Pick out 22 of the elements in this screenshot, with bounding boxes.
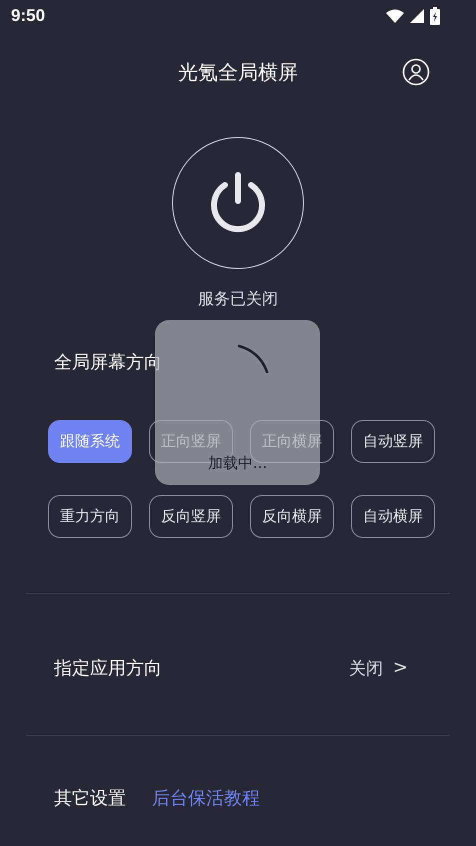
- orientation-option[interactable]: 反向竖屏: [149, 495, 233, 538]
- orientation-option[interactable]: 自动横屏: [351, 495, 435, 538]
- orientation-option[interactable]: 自动竖屏: [351, 420, 435, 463]
- setting-label: 其它设置: [54, 787, 126, 810]
- app-title: 光氪全局横屏: [178, 58, 298, 86]
- account-icon[interactable]: [402, 58, 430, 86]
- setting-label: 指定应用方向: [54, 657, 162, 680]
- power-button[interactable]: [172, 137, 304, 269]
- power-icon: [208, 171, 268, 235]
- orientation-option[interactable]: 反向横屏: [250, 495, 334, 538]
- setting-value[interactable]: 关闭: [348, 656, 383, 680]
- loading-text: 加载中...: [208, 454, 268, 472]
- wifi-icon: [386, 9, 404, 23]
- service-status: 服务已关闭: [198, 289, 278, 310]
- status-time: 9:50: [11, 6, 46, 26]
- spinner-icon: [236, 342, 270, 376]
- section-title: 全局屏幕方向: [54, 351, 162, 374]
- tutorial-link[interactable]: 后台保活教程: [152, 786, 260, 810]
- battery-icon: [430, 7, 440, 25]
- orientation-option[interactable]: 重力方向: [48, 495, 132, 538]
- chevron-icon: >: [392, 656, 408, 680]
- signal-icon: [410, 9, 424, 23]
